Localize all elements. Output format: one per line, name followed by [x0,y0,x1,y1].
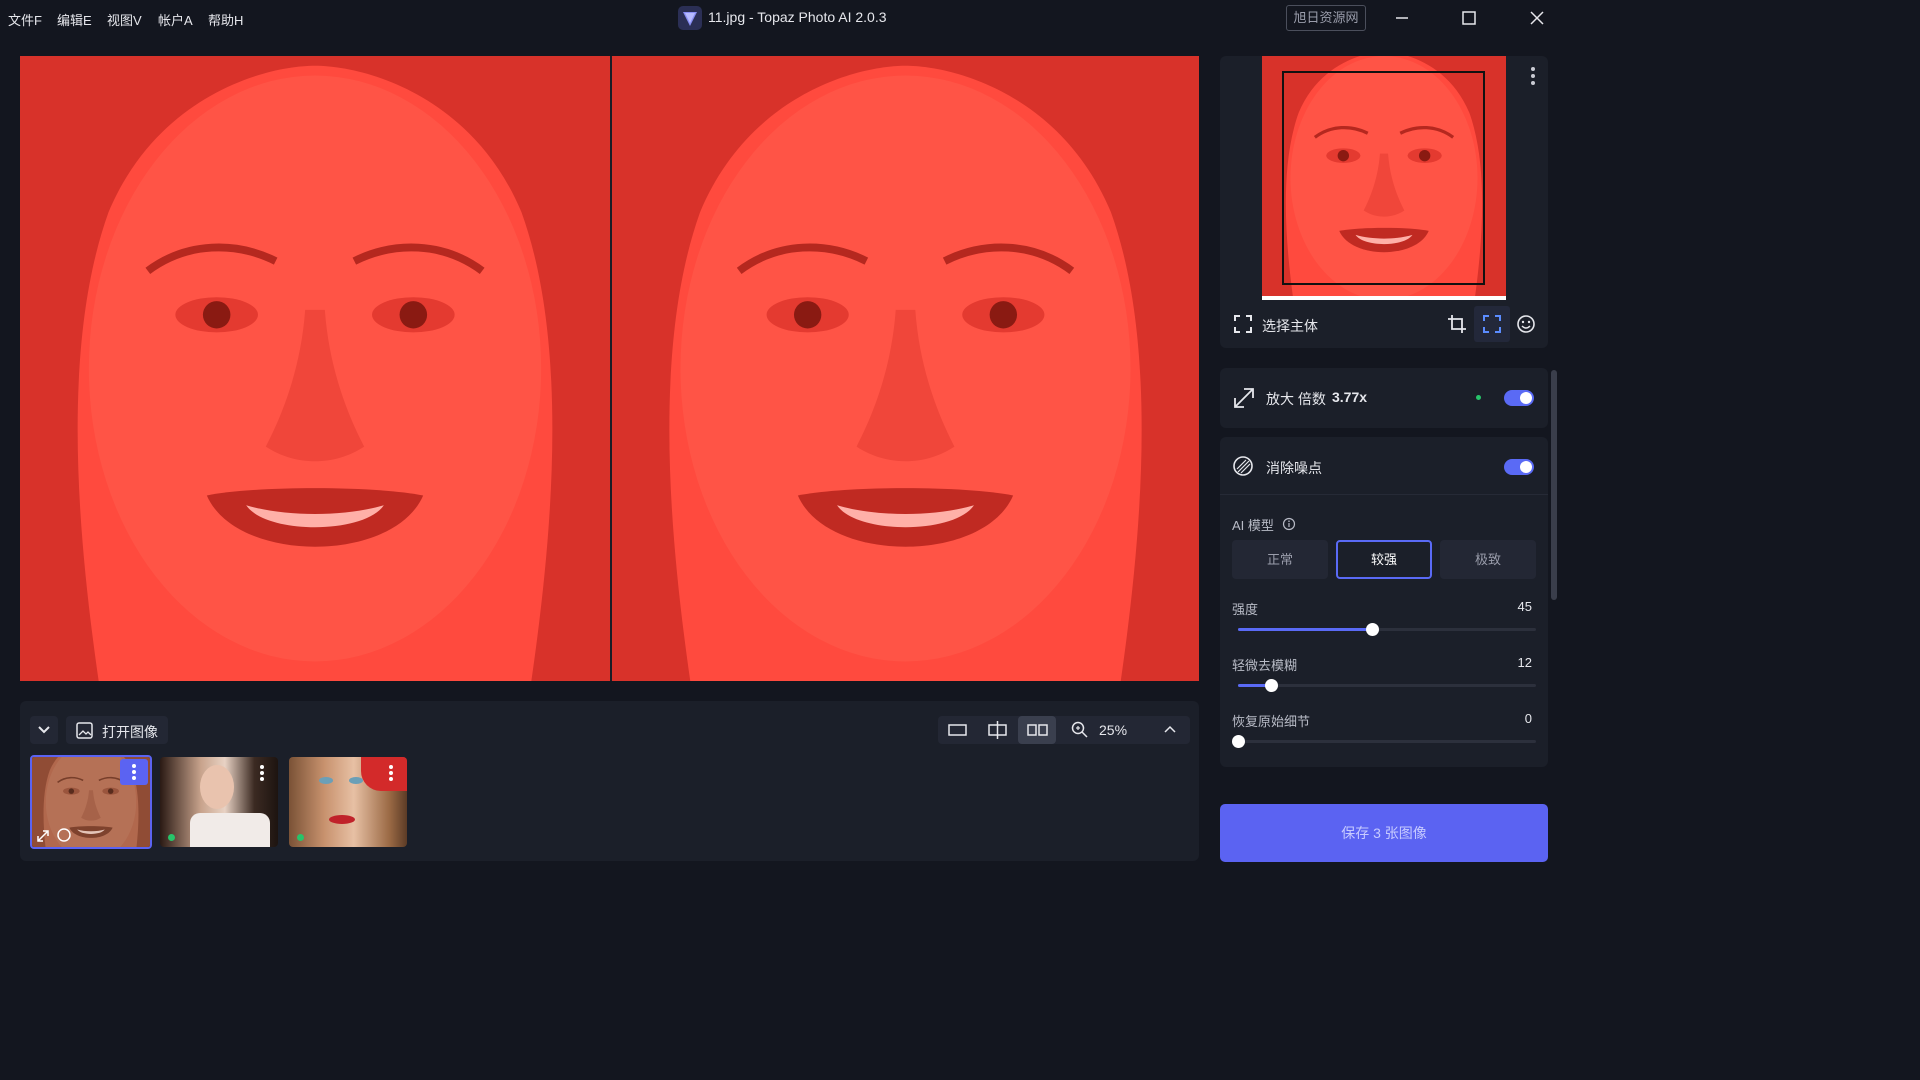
upscale-title: 放大 倍数 [1266,391,1326,407]
chevron-down-icon [38,726,50,734]
status-dot [297,834,304,841]
divider [1220,494,1548,495]
menu-view[interactable]: 视图V [107,10,142,29]
menu-file[interactable]: 文件F [8,10,42,29]
single-view-button[interactable] [938,716,976,744]
denoise-toggle[interactable] [1504,459,1534,475]
panel-scrollbar[interactable] [1551,370,1557,600]
menu-account[interactable]: 帐户A [158,10,193,29]
minimize-icon[interactable] [1390,6,1414,30]
deblur-value[interactable]: 12 [1518,655,1532,670]
side-by-side-button[interactable] [1018,716,1056,744]
select-subject-label[interactable]: 选择主体 [1262,316,1318,336]
title-bar: 文件F 编辑E 视图V 帐户A 帮助H 11.jpg - Topaz Photo… [0,0,1568,36]
restore-detail-label: 恢复原始细节 [1232,714,1311,729]
preview-original[interactable] [20,56,610,681]
menu-edit[interactable]: 编辑E [57,10,92,29]
crop-icon[interactable] [1447,314,1467,334]
model-extreme-button[interactable]: 极致 [1440,540,1536,579]
watermark-badge: 旭日资源网 [1286,5,1366,31]
upscale-card[interactable]: 放大 倍数 3.77x [1220,368,1548,428]
denoise-icon [1233,456,1253,476]
zoom-level[interactable]: 25% [1099,722,1127,738]
denoise-title: 消除噪点 [1266,460,1322,476]
side-by-side-icon [1027,724,1048,736]
navigator-bottom-edge [1262,296,1506,300]
window-title: 11.jpg - Topaz Photo AI 2.0.3 [708,9,887,25]
menu-help[interactable]: 帮助H [208,10,243,29]
view-mode-group [938,716,1190,744]
focus-frame-button[interactable] [1474,306,1510,342]
thumbnail-2[interactable] [160,757,278,847]
navigator-viewport-box[interactable] [1282,71,1485,285]
info-icon[interactable] [1282,517,1296,531]
strength-value[interactable]: 45 [1518,599,1532,614]
thumbnail-1-menu-icon[interactable] [120,759,148,785]
strength-slider[interactable] [1238,623,1536,636]
upscale-status-dot [1476,395,1481,400]
app-logo-icon [678,6,702,30]
navigator-menu-icon[interactable] [1523,64,1543,88]
model-strong-button[interactable]: 较强 [1336,540,1432,579]
strength-label: 强度 [1232,602,1259,617]
preview-processed[interactable] [612,56,1199,681]
model-normal-button[interactable]: 正常 [1232,540,1328,579]
status-dot [168,834,175,841]
strength-slider-handle[interactable] [1366,623,1380,636]
single-view-icon [948,724,967,736]
thumbnail-3-menu-icon[interactable] [381,761,401,785]
zoom-icon[interactable] [1070,720,1090,740]
thumbnail-1[interactable] [30,755,152,849]
thumbnail-3[interactable] [289,757,407,847]
collapse-button[interactable] [30,716,58,744]
image-icon [76,722,93,739]
applied-filters-icon [37,828,71,842]
restore-detail-value[interactable]: 0 [1525,711,1532,726]
ai-model-label: AI 模型 [1232,518,1274,533]
upscale-toggle[interactable] [1504,390,1534,406]
split-view-button[interactable] [978,716,1016,744]
chevron-up-icon[interactable] [1160,720,1180,740]
deblur-label: 轻微去模糊 [1232,658,1298,673]
thumbnail-2-menu-icon[interactable] [252,761,272,785]
face-icon[interactable] [1516,314,1536,334]
split-view-icon [988,721,1007,739]
open-image-button[interactable]: 打开图像 [66,716,168,744]
deblur-slider-handle[interactable] [1264,679,1278,692]
open-image-label: 打开图像 [102,724,158,740]
restore-detail-slider[interactable] [1232,735,1536,748]
close-icon[interactable] [1525,6,1549,30]
restore-detail-slider-handle[interactable] [1232,735,1245,748]
select-subject-icon[interactable] [1233,314,1253,334]
focus-frame-icon [1483,315,1501,333]
save-images-button[interactable]: 保存 3 张图像 [1220,804,1548,862]
deblur-slider[interactable] [1238,679,1536,692]
maximize-icon[interactable] [1457,6,1481,30]
upscale-icon [1234,388,1254,408]
upscale-factor: 3.77x [1332,389,1368,405]
